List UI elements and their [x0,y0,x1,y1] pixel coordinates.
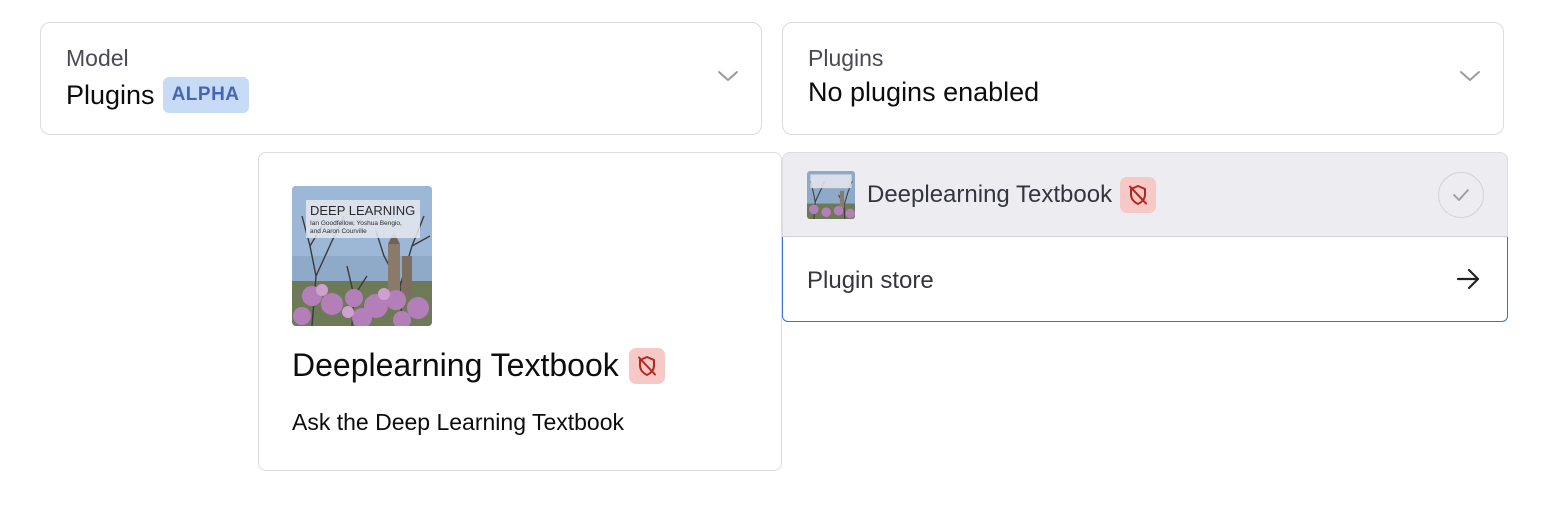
model-select-label: Model [66,45,129,71]
model-select-value: Plugins [66,79,155,110]
plugin-cover-image: DEEP LEARNING Ian Goodfellow, Yoshua Ben… [292,186,432,326]
cover-authors-line1: Ian Goodfellow, Yoshua Bengio, [310,220,402,227]
plugins-dropdown-menu: Deeplearning Textbook Plugin store [782,152,1508,322]
plugins-select-label: Plugins [808,45,884,71]
plugin-card-description: Ask the Deep Learning Textbook [292,409,625,435]
plugin-thumbnail [807,171,855,219]
model-select[interactable]: Model Plugins ALPHA [40,22,762,135]
arrow-right-icon [1456,268,1480,290]
plugin-info-card: DEEP LEARNING Ian Goodfellow, Yoshua Ben… [258,152,782,471]
cover-title: DEEP LEARNING [310,203,415,218]
plugin-store-item[interactable]: Plugin store [782,237,1508,322]
plugins-select[interactable]: Plugins No plugins enabled [782,22,1504,135]
plugin-card-title: Deeplearning Textbook [292,347,619,383]
dropdown-item-label: Deeplearning Textbook [867,181,1113,208]
dropdown-item-deeplearning-textbook[interactable]: Deeplearning Textbook [782,152,1508,237]
alpha-badge: ALPHA [162,77,249,113]
plugin-store-label: Plugin store [807,267,934,294]
chevron-down-icon [1460,71,1480,81]
unverified-shield-icon [1120,177,1157,213]
plugins-select-value: No plugins enabled [808,77,1040,107]
unverified-shield-icon [628,347,665,384]
enable-plugin-checkbox[interactable] [1438,172,1484,218]
cover-authors-line2: and Aaron Courville [310,228,367,235]
check-icon [1453,189,1469,201]
chevron-down-icon [718,71,738,81]
